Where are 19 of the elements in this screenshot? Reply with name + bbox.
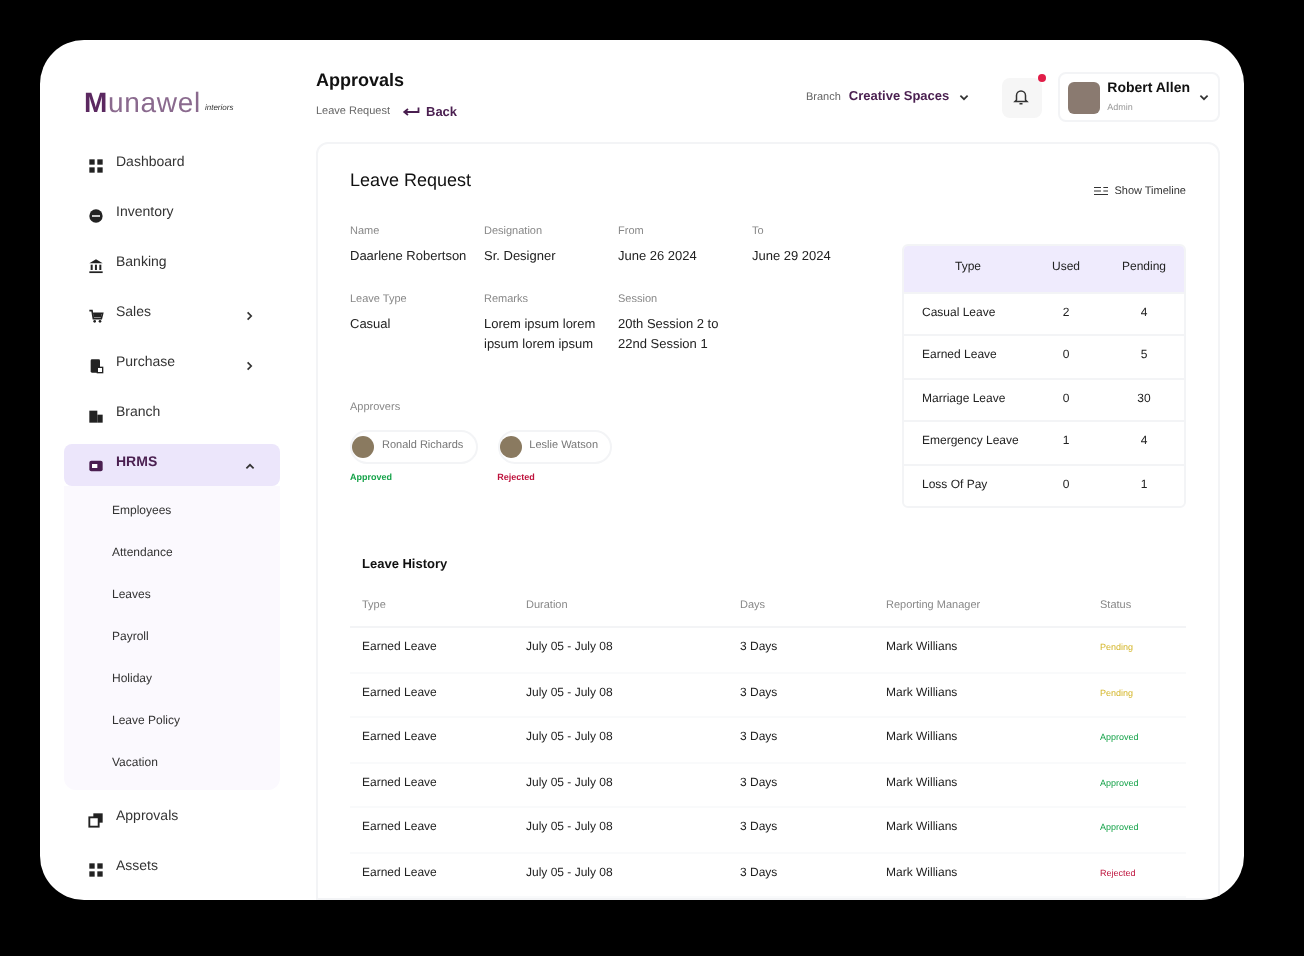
avatar-placeholder: [499, 435, 522, 457]
page-title: Approvals: [316, 68, 407, 94]
building-icon: [88, 407, 104, 423]
chevron-down-icon: [1198, 91, 1210, 104]
stacked-squares-icon: [88, 811, 104, 827]
return-arrow-icon: [402, 106, 420, 119]
section-title: Leave Request: [350, 167, 472, 194]
chevron-down-icon: [957, 91, 970, 104]
grid-icon: [88, 157, 104, 173]
grid-icon: [88, 861, 104, 877]
avatar-placeholder: [1067, 81, 1100, 114]
avatar-placeholder: [352, 435, 374, 457]
id-card-icon: [88, 457, 104, 473]
bell-icon: [1012, 88, 1031, 107]
list-icon: [1094, 186, 1109, 197]
document-icon: [88, 357, 104, 373]
notification-button[interactable]: [1001, 77, 1042, 118]
bank-icon: [88, 257, 104, 273]
cart-icon: [88, 307, 104, 323]
